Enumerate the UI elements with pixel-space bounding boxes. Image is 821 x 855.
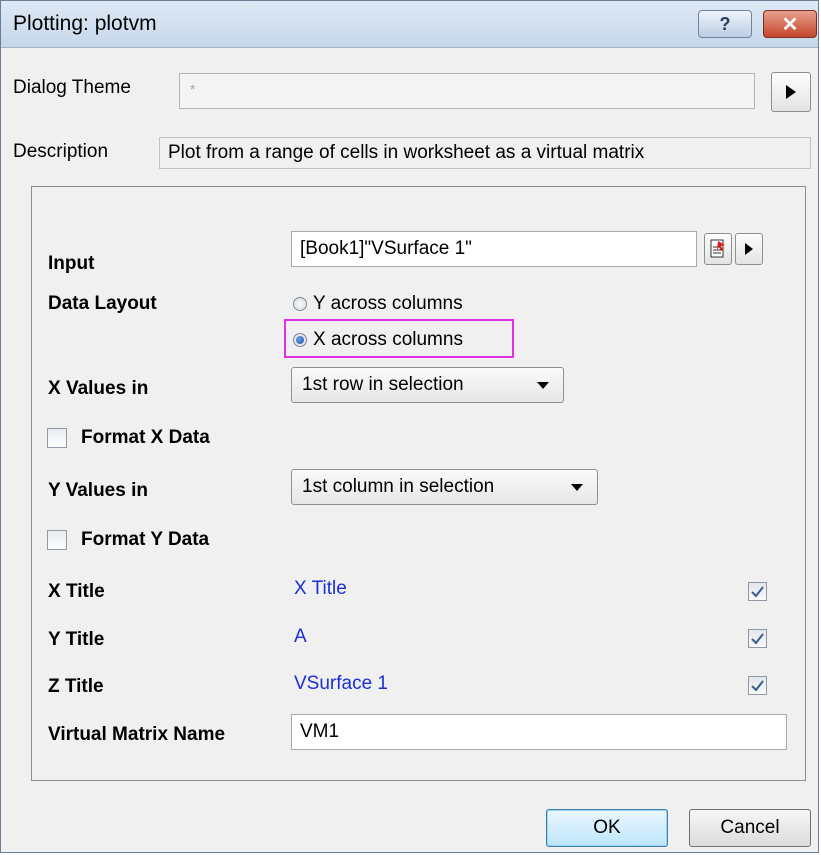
x-title-value[interactable]: X Title (294, 578, 347, 600)
window-title: Plotting: plotvm (13, 12, 157, 35)
title-bar: Plotting: plotvm ? ✕ (1, 1, 818, 48)
x-values-in-label: X Values in (48, 378, 149, 399)
radio-label: Y across columns (313, 293, 463, 314)
format-x-checkbox[interactable] (47, 428, 67, 448)
description-label: Description (13, 141, 109, 162)
plotvm-dialog: Plotting: plotvm ? ✕ Dialog Theme * Desc… (0, 0, 819, 853)
help-button[interactable]: ? (698, 10, 752, 38)
chevron-down-icon (571, 484, 583, 491)
chevron-down-icon (537, 382, 549, 389)
input-field[interactable]: [Book1]"VSurface 1" (291, 231, 697, 267)
data-layout-label: Data Layout (48, 293, 157, 314)
dialog-theme-label: Dialog Theme (13, 77, 131, 98)
input-label: Input (48, 253, 95, 274)
radio-x-across-columns[interactable]: X across columns (293, 329, 463, 351)
help-icon: ? (719, 13, 731, 34)
x-values-in-select[interactable]: 1st row in selection (291, 367, 564, 403)
radio-y-across-columns[interactable]: Y across columns (293, 293, 463, 315)
y-title-value[interactable]: A (294, 626, 307, 648)
y-title-label: Y Title (48, 629, 105, 650)
play-arrow-icon (786, 85, 796, 99)
checkmark-icon (751, 585, 764, 598)
format-x-label: Format X Data (81, 427, 210, 448)
y-values-in-select[interactable]: 1st column in selection (291, 469, 598, 505)
ok-button[interactable]: OK (546, 809, 668, 847)
y-title-checkbox[interactable] (748, 629, 767, 648)
y-values-in-label: Y Values in (48, 480, 148, 501)
vm-name-field[interactable]: VM1 (291, 714, 787, 750)
select-range-button[interactable] (704, 233, 732, 265)
radio-unchecked-icon (293, 297, 307, 311)
input-menu-button[interactable] (735, 233, 763, 265)
x-title-label: X Title (48, 581, 105, 602)
checkmark-icon (751, 632, 764, 645)
format-y-checkbox[interactable] (47, 530, 67, 550)
z-title-checkbox[interactable] (748, 676, 767, 695)
cancel-button[interactable]: Cancel (689, 809, 811, 847)
checkmark-icon (751, 679, 764, 692)
z-title-value[interactable]: VSurface 1 (294, 673, 388, 695)
format-y-label: Format Y Data (81, 529, 210, 550)
y-values-in-value: 1st column in selection (302, 476, 495, 497)
play-arrow-icon (745, 243, 753, 255)
radio-checked-icon (293, 333, 307, 347)
close-icon: ✕ (781, 13, 799, 36)
x-values-in-value: 1st row in selection (302, 374, 464, 395)
dialog-theme-field[interactable]: * (179, 73, 755, 109)
vm-name-label: Virtual Matrix Name (48, 724, 226, 745)
radio-label: X across columns (313, 329, 463, 350)
dialog-theme-menu-button[interactable] (771, 72, 811, 112)
z-title-label: Z Title (48, 676, 104, 697)
close-button[interactable]: ✕ (763, 10, 817, 38)
description-text: Plot from a range of cells in worksheet … (159, 137, 811, 169)
x-title-checkbox[interactable] (748, 582, 767, 601)
select-range-icon (710, 239, 725, 258)
